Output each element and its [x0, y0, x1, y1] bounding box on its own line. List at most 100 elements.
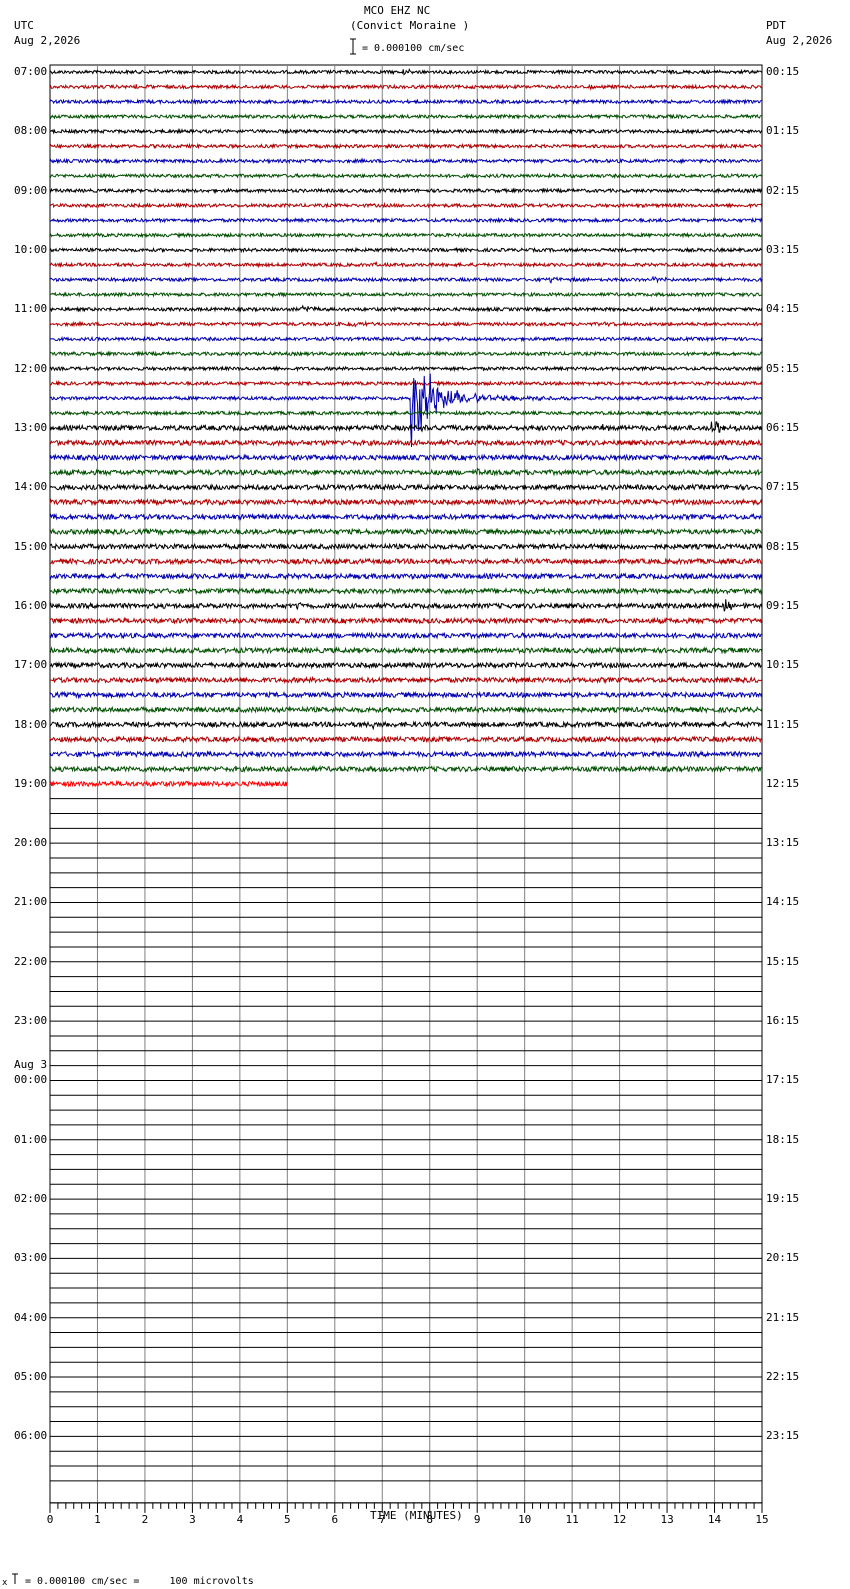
seismic-trace: [49, 231, 763, 239]
right-hour-label: 15:15: [766, 954, 800, 968]
seismic-trace: [49, 690, 763, 700]
x-tick-label: 4: [236, 1512, 244, 1526]
right-hour-label: 13:15: [766, 836, 800, 850]
left-hour-label: 02:00: [14, 1192, 48, 1206]
right-hour-label: 02:15: [766, 183, 800, 197]
seismic-trace: [49, 586, 763, 596]
right-hour-label: 19:15: [766, 1192, 800, 1206]
right-hour-label: 03:15: [766, 242, 800, 256]
left-hour-label: 13:00: [14, 420, 48, 434]
seismic-trace: [49, 291, 762, 299]
seismic-trace: [49, 749, 763, 759]
left-hour-label: 16:00: [14, 598, 48, 612]
right-hour-label: 07:15: [766, 480, 800, 494]
seismic-trace: [49, 98, 762, 106]
seismic-trace: [49, 304, 763, 313]
seismic-trace: [49, 365, 763, 373]
seismic-trace: [49, 216, 763, 224]
x-tick-label: 9: [473, 1512, 481, 1526]
seismic-trace: [49, 201, 763, 209]
x-tick-label: 12: [613, 1512, 627, 1526]
seismic-trace: [49, 735, 762, 744]
left-hour-label: 01:00: [14, 1132, 48, 1146]
right-hour-label: 23:15: [766, 1429, 800, 1443]
left-hour-label: 12:00: [14, 361, 48, 375]
header-scale-label: = 0.000100 cm/sec: [362, 43, 465, 54]
left-hour-label: 23:00: [14, 1014, 48, 1028]
station-title: MCO EHZ NC: [364, 4, 431, 17]
seismic-trace: [49, 720, 763, 731]
x-tick-label: 11: [565, 1512, 579, 1526]
seismic-trace: [49, 646, 763, 655]
left-hour-label: 22:00: [14, 954, 48, 968]
right-hour-label: 06:15: [766, 420, 800, 434]
right-hour-label: 11:15: [766, 717, 800, 731]
seismic-trace: [49, 127, 763, 135]
seismic-trace: [49, 467, 763, 477]
x-tick-label: 0: [46, 1512, 54, 1526]
left-hour-label: 08:00: [14, 124, 48, 138]
seismic-trace: [49, 320, 763, 328]
right-hour-label: 05:15: [766, 361, 800, 375]
left-timezone: UTC: [14, 19, 34, 32]
footer-scale-prefix: x: [2, 1578, 8, 1588]
seismic-trace: [49, 275, 763, 284]
seismic-trace: [49, 246, 763, 254]
seismic-trace: [49, 421, 763, 433]
left-date-label: Aug 3: [14, 1058, 48, 1072]
seismic-trace: [49, 497, 763, 507]
seismic-trace: [49, 453, 762, 462]
x-tick-label: 3: [189, 1512, 196, 1526]
right-hour-label: 18:15: [766, 1132, 800, 1146]
left-hour-label: 19:00: [14, 776, 48, 790]
right-hour-label: 17:15: [766, 1073, 800, 1087]
seismogram-plot: [12, 38, 763, 1584]
right-hour-label: 14:15: [766, 895, 800, 909]
right-hour-label: 01:15: [766, 124, 800, 138]
right-hour-label: 20:15: [766, 1251, 800, 1265]
right-hour-label: 00:15: [766, 65, 800, 78]
seismic-trace: [49, 172, 763, 180]
right-hour-label: 16:15: [766, 1014, 800, 1028]
seismic-trace: [49, 631, 762, 640]
left-hour-label: 17:00: [14, 658, 48, 672]
right-hour-label: 04:15: [766, 302, 800, 316]
x-tick-label: 2: [141, 1512, 149, 1526]
left-hour-label: 04:00: [14, 1310, 48, 1324]
right-hour-label: 09:15: [766, 598, 800, 612]
x-tick-label: 14: [707, 1512, 722, 1526]
left-hour-label: 07:00: [14, 65, 48, 78]
right-hour-label: 10:15: [766, 658, 800, 672]
seismic-trace: [49, 527, 763, 537]
left-hour-label: 21:00: [14, 895, 48, 909]
seismic-trace: [49, 660, 762, 670]
seismic-trace: [49, 113, 762, 120]
seismic-trace: [49, 482, 763, 492]
left-hour-label: 06:00: [14, 1429, 48, 1443]
x-tick-label: 6: [331, 1512, 339, 1526]
scale-bars: [12, 38, 356, 1584]
seismic-trace: [49, 67, 763, 76]
seismic-trace: [49, 512, 762, 522]
seismic-trace: [49, 542, 763, 551]
station-location: (Convict Moraine ): [350, 19, 470, 32]
right-hour-label: 22:15: [766, 1370, 800, 1384]
seismic-trace: [49, 599, 763, 612]
left-hour-label: 00:00: [14, 1073, 48, 1087]
right-hour-label: 12:15: [766, 776, 800, 790]
left-hour-label: 09:00: [14, 183, 48, 197]
right-timezone: PDT: [766, 19, 786, 32]
seismic-trace: [49, 83, 763, 91]
left-hour-label: 20:00: [14, 836, 48, 850]
x-tick-label: 15: [755, 1512, 769, 1526]
seismic-trace: [49, 409, 763, 417]
left-hour-label: 10:00: [14, 242, 48, 256]
traces: [49, 67, 763, 788]
seismic-trace: [49, 572, 763, 581]
seismic-trace: [49, 187, 763, 195]
x-tick-label: 1: [94, 1512, 101, 1526]
seismic-trace: [49, 438, 763, 447]
seismic-trace: [49, 764, 762, 774]
current-seismic-trace: [49, 779, 288, 788]
seismic-trace: [49, 557, 762, 566]
